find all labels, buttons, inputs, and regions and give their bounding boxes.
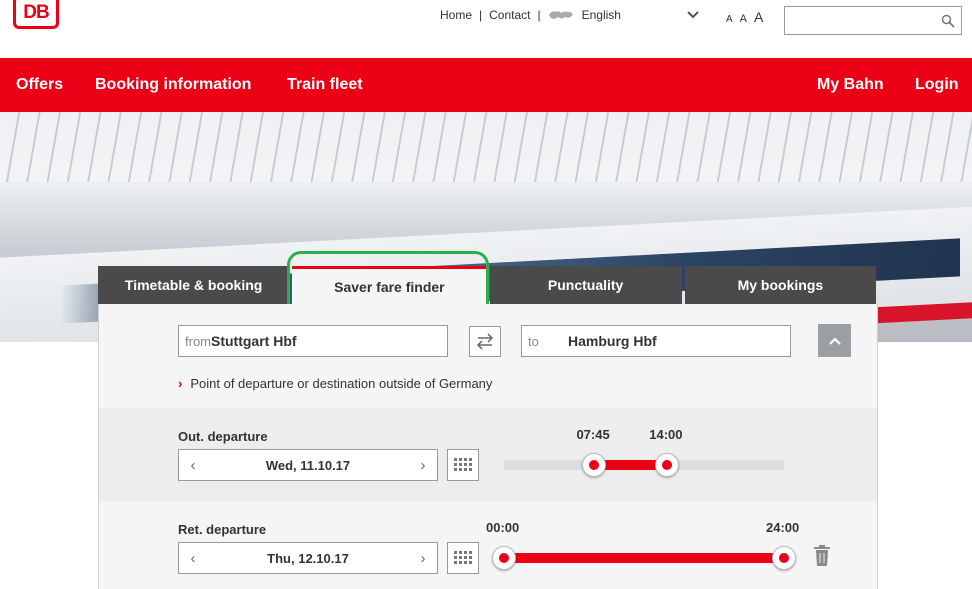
prev-day-button[interactable]: ‹	[179, 457, 207, 474]
outbound-time-from-label: 07:45	[576, 427, 610, 442]
main-nav: Offers Booking information Train fleet M…	[0, 58, 972, 112]
page: DB Home | Contact | English A A A Offers…	[0, 0, 972, 589]
collapse-button[interactable]	[818, 324, 851, 357]
top-links: Home | Contact | English	[440, 8, 621, 22]
outside-germany-label[interactable]: Point of departure or destination outsid…	[190, 376, 492, 391]
nav-my-bahn[interactable]: My Bahn	[817, 76, 884, 94]
tab-my-bookings[interactable]: My bookings	[684, 266, 876, 304]
from-value[interactable]: Stuttgart Hbf	[211, 333, 297, 349]
outbound-label: Out. departure	[178, 429, 268, 444]
search-icon[interactable]	[941, 14, 955, 28]
next-day-button[interactable]: ›	[409, 457, 437, 474]
return-date[interactable]: Thu, 12.10.17	[207, 551, 409, 566]
station-roof	[0, 112, 972, 182]
chevron-down-icon[interactable]	[686, 8, 700, 22]
return-slider-handle-end[interactable]	[772, 546, 796, 570]
next-day-button[interactable]: ›	[409, 550, 437, 567]
db-logo[interactable]: DB	[13, 0, 59, 29]
nav-train-fleet[interactable]: Train fleet	[287, 76, 363, 94]
from-field[interactable]: from Stuttgart Hbf	[178, 325, 448, 357]
outbound-date-picker[interactable]: ‹ Wed, 11.10.17 ›	[178, 449, 438, 481]
outside-germany-link[interactable]: › Point of departure or destination outsi…	[178, 376, 492, 391]
return-slider-handle-start[interactable]	[492, 546, 516, 570]
return-label: Ret. departure	[178, 522, 267, 537]
swap-stations-button[interactable]	[469, 326, 501, 357]
font-size-medium[interactable]: A	[740, 13, 747, 25]
contact-link[interactable]: Contact	[489, 8, 530, 22]
return-time-range	[504, 553, 784, 563]
language-select[interactable]: English	[582, 8, 621, 22]
outbound-date[interactable]: Wed, 11.10.17	[207, 458, 409, 473]
font-size-large[interactable]: A	[754, 9, 763, 25]
search-input[interactable]	[784, 6, 962, 35]
to-value[interactable]: Hamburg Hbf	[568, 333, 657, 349]
nav-offers[interactable]: Offers	[16, 76, 63, 94]
font-size-small[interactable]: A	[726, 14, 733, 25]
separator: |	[479, 8, 483, 22]
chevron-up-icon	[828, 336, 841, 345]
tab-punctuality[interactable]: Punctuality	[489, 266, 682, 304]
from-prefix: from	[185, 333, 211, 349]
prev-day-button[interactable]: ‹	[179, 550, 207, 567]
font-size-switcher: A A A	[726, 9, 763, 25]
saver-fare-panel: from Stuttgart Hbf to Hamburg Hbf › Point…	[98, 304, 878, 589]
tab-timetable-booking[interactable]: Timetable & booking	[98, 266, 290, 304]
chevron-right-icon: ›	[178, 376, 183, 391]
swap-arrows-icon	[476, 333, 494, 350]
calendar-icon	[454, 458, 472, 471]
calendar-button[interactable]	[447, 542, 479, 574]
nav-login[interactable]: Login	[915, 76, 959, 94]
to-field[interactable]: to Hamburg Hbf	[521, 325, 791, 357]
separator: |	[537, 8, 541, 22]
calendar-icon	[454, 551, 472, 564]
return-time-to-label: 24:00	[766, 520, 800, 535]
trash-icon[interactable]	[813, 545, 831, 567]
outbound-time-to-label: 14:00	[649, 427, 683, 442]
calendar-button[interactable]	[447, 449, 479, 481]
globe-icon	[548, 11, 573, 19]
to-prefix: to	[528, 333, 539, 349]
return-time-from-label: 00:00	[486, 520, 520, 535]
home-link[interactable]: Home	[440, 8, 472, 22]
nav-booking-information[interactable]: Booking information	[95, 76, 251, 94]
return-date-picker[interactable]: ‹ Thu, 12.10.17 ›	[178, 542, 438, 574]
